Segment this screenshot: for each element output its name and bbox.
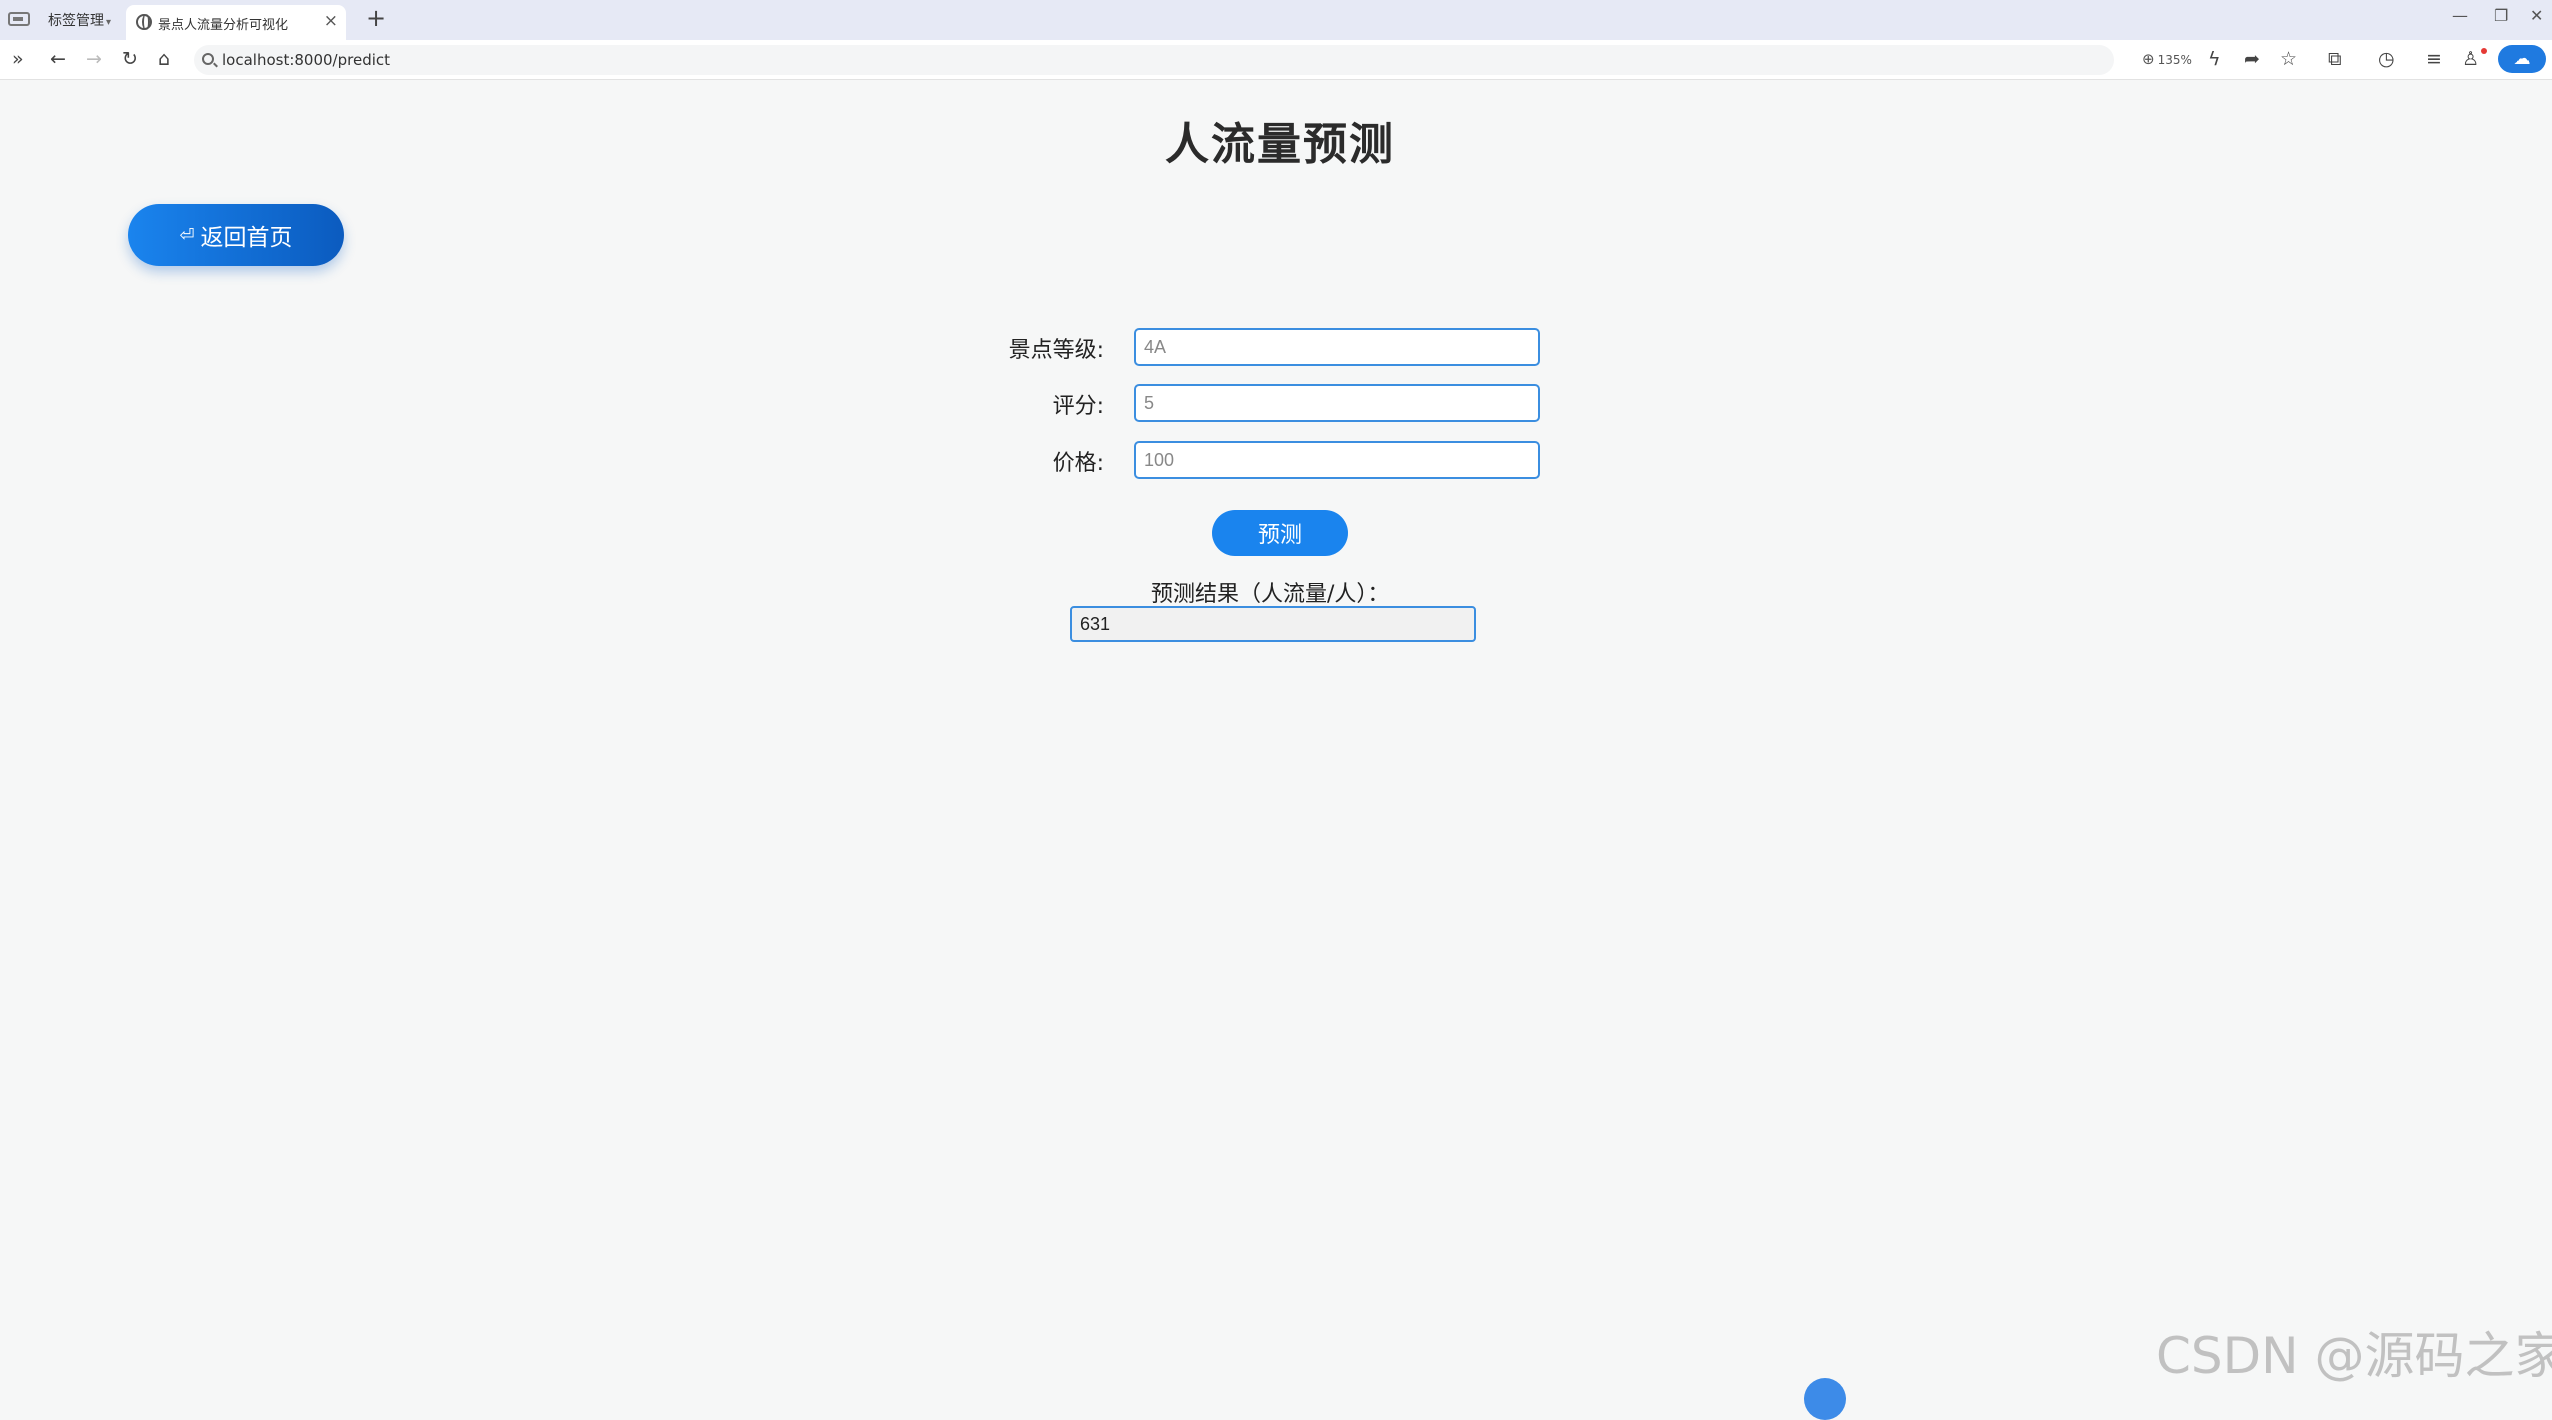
lightning-icon[interactable]: ϟ [2208,48,2221,70]
address-bar[interactable]: localhost:8000/predict [194,45,2114,75]
tab-manager-label: 标签管理 [48,13,104,29]
form-row-rating: 评分: [0,384,2552,424]
forward-icon[interactable]: → [86,48,102,70]
page-title: 人流量预测 [1165,119,1395,170]
price-label: 价格: [1052,451,1104,476]
close-tab-icon[interactable]: × [324,11,338,31]
share-icon[interactable]: ➦ [2244,48,2260,70]
back-icon[interactable]: ← [50,48,66,70]
tab-active[interactable]: 景点人流量分析可视化 × [126,5,346,40]
form-row-price: 价格: [0,441,2552,481]
result-label: 预测结果（人流量/人）： [1151,582,1390,607]
price-input[interactable] [1134,441,1540,479]
tab-manager-button[interactable]: 标签管理 ▾ [48,10,111,30]
zoom-level: 135% [2157,53,2192,67]
restore-icon[interactable]: ❐ [2494,6,2508,25]
menu-icon[interactable]: ≡ [2426,48,2442,70]
star-icon[interactable]: ☆ [2280,48,2297,70]
search-icon [202,53,214,65]
browser-nav-bar: » ← → ↻ ⌂ localhost:8000/predict ⊕ 135% ϟ… [0,40,2552,80]
tab-title: 景点人流量分析可视化 [158,18,289,33]
notification-dot [2481,48,2487,54]
tab-group-icon[interactable] [8,12,30,26]
floating-action-button[interactable] [1804,1378,1846,1420]
rating-input[interactable] [1134,384,1540,422]
history-icon[interactable]: ◷ [2378,48,2395,70]
globe-icon [136,14,152,30]
back-home-button[interactable]: ⏎ 返回首页 [128,204,344,266]
reload-icon[interactable]: ↻ [122,48,138,70]
account-icon[interactable]: ♙ [2462,48,2479,70]
browser-tab-bar: 标签管理 ▾ 景点人流量分析可视化 × + — ❐ ✕ [0,0,2552,40]
form-row-level: 景点等级: [0,328,2552,368]
extensions-icon[interactable]: ⧉ [2328,48,2342,70]
predict-button[interactable]: 预测 [1212,510,1348,556]
sidebar-toggle-icon[interactable]: » [12,48,24,70]
minimize-icon[interactable]: — [2452,6,2468,25]
watermark: CSDN @源码之家 [2156,1327,2552,1385]
level-label: 景点等级: [1008,338,1104,363]
zoom-icon: ⊕ [2142,50,2155,68]
zoom-indicator[interactable]: ⊕ 135% [2142,50,2192,68]
caret-down-icon: ▾ [106,17,112,28]
level-input[interactable] [1134,328,1540,366]
result-output [1070,606,1476,642]
new-tab-icon[interactable]: + [366,4,386,32]
window-close-icon[interactable]: ✕ [2530,6,2543,25]
rating-label: 评分: [1052,394,1104,419]
back-home-label: 返回首页 [200,225,293,251]
return-icon: ⏎ [179,224,195,246]
address-url: localhost:8000/predict [222,51,391,69]
home-icon[interactable]: ⌂ [158,48,170,70]
cloud-icon[interactable]: ☁ [2498,45,2546,73]
